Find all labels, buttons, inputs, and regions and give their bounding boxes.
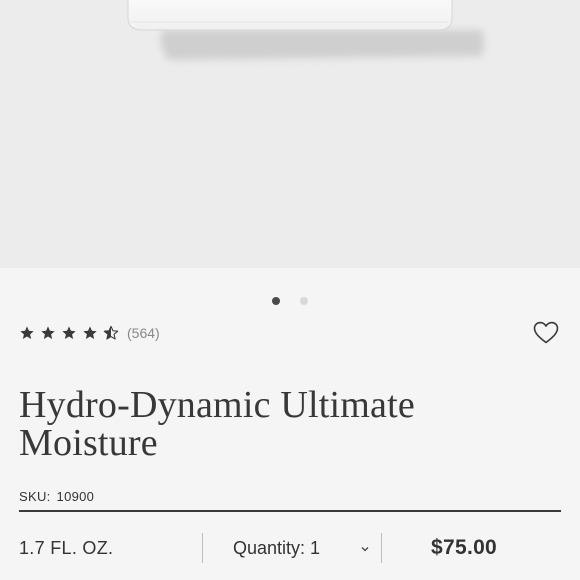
sku: SKU: 10900 — [19, 489, 94, 504]
quantity-select[interactable]: Quantity: 1 — [233, 538, 320, 559]
separator — [202, 533, 203, 563]
product-size: 1.7 FL. OZ. — [19, 538, 114, 558]
wishlist-heart-icon[interactable] — [533, 321, 559, 345]
rating-stars — [19, 325, 119, 341]
half-star-icon — [103, 325, 119, 340]
divider — [19, 510, 561, 512]
sku-value: 10900 — [56, 489, 95, 504]
star-icon — [20, 326, 34, 339]
rating[interactable]: (564) — [19, 325, 160, 341]
carousel-dots — [0, 297, 580, 305]
carousel-dot[interactable] — [300, 297, 308, 305]
review-count[interactable]: (564) — [127, 325, 160, 341]
sku-label: SKU: — [19, 489, 51, 504]
separator — [381, 533, 382, 563]
star-icon — [62, 326, 76, 339]
product-jar-illustration — [127, 0, 484, 60]
product-image[interactable] — [0, 0, 580, 268]
chevron-down-icon[interactable] — [360, 545, 370, 553]
star-icon — [41, 326, 55, 339]
carousel-dot[interactable] — [272, 297, 280, 305]
star-icon — [83, 326, 97, 339]
product-price: $75.00 — [431, 536, 498, 559]
product-title: Hydro-Dynamic Ultimate Moisture — [19, 384, 415, 464]
